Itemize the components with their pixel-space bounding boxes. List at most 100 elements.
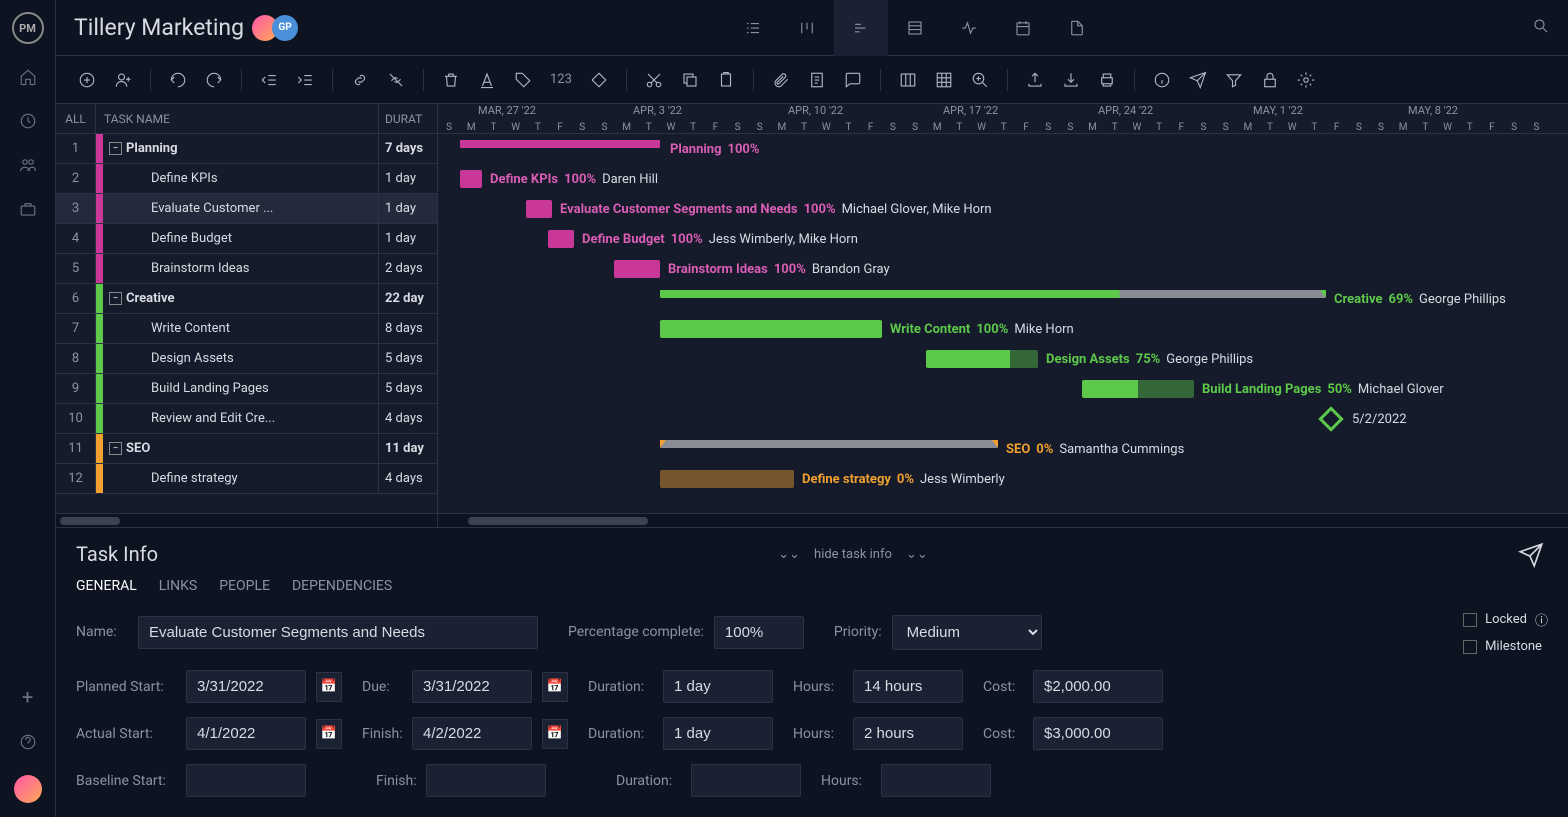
workload-view-icon[interactable]: [942, 0, 996, 56]
lock-icon[interactable]: [1257, 67, 1283, 93]
calendar-view-icon[interactable]: [996, 0, 1050, 56]
undo-icon[interactable]: [165, 67, 191, 93]
tab-people[interactable]: PEOPLE: [219, 578, 270, 594]
tag-icon[interactable]: [510, 67, 536, 93]
baseline-start-input[interactable]: [186, 764, 306, 797]
nav-rail: PM +: [0, 0, 56, 817]
baseline-finish-input[interactable]: [426, 764, 546, 797]
task-row[interactable]: 8 Design Assets 5 days: [56, 344, 437, 374]
copy-icon[interactable]: [677, 67, 703, 93]
indent-icon[interactable]: [292, 67, 318, 93]
due-input[interactable]: [412, 670, 532, 703]
task-row[interactable]: 2 Define KPIs 1 day: [56, 164, 437, 194]
priority-select[interactable]: Medium: [892, 615, 1042, 650]
send-icon[interactable]: [1185, 67, 1211, 93]
duration2-input[interactable]: [663, 717, 773, 750]
actual-start-input[interactable]: [186, 717, 306, 750]
info-icon[interactable]: [1149, 67, 1175, 93]
hide-task-info[interactable]: ⌄⌄hide task info⌄⌄: [778, 547, 928, 562]
col-duration[interactable]: DURAT: [379, 104, 437, 133]
hours2-input[interactable]: [853, 717, 963, 750]
briefcase-icon[interactable]: [17, 198, 39, 220]
hours-input[interactable]: [853, 670, 963, 703]
cost-input[interactable]: [1033, 670, 1163, 703]
help-icon[interactable]: [17, 731, 39, 753]
member-avatars[interactable]: GP: [258, 15, 298, 41]
gantt-scrollbar[interactable]: [438, 513, 1568, 527]
task-info-panel: Task Info ⌄⌄hide task info⌄⌄ GENERAL LIN…: [56, 527, 1568, 817]
unlink-icon[interactable]: [383, 67, 409, 93]
add-icon[interactable]: +: [22, 685, 33, 709]
task-row[interactable]: 11 −SEO 11 day: [56, 434, 437, 464]
tab-general[interactable]: GENERAL: [76, 578, 137, 594]
list-view-icon[interactable]: [726, 0, 780, 56]
grid-icon[interactable]: [931, 67, 957, 93]
sheet-view-icon[interactable]: [888, 0, 942, 56]
name-input[interactable]: [138, 616, 538, 649]
link-icon[interactable]: [347, 67, 373, 93]
milestone-icon[interactable]: [586, 67, 612, 93]
task-row[interactable]: 5 Brainstorm Ideas 2 days: [56, 254, 437, 284]
task-row[interactable]: 6 −Creative 22 day: [56, 284, 437, 314]
font-icon[interactable]: [474, 67, 500, 93]
file-view-icon[interactable]: [1050, 0, 1104, 56]
info-icon[interactable]: ⓘ: [1535, 610, 1548, 629]
cost2-input[interactable]: [1033, 717, 1163, 750]
paste-icon[interactable]: [713, 67, 739, 93]
tab-links[interactable]: LINKS: [159, 578, 197, 594]
assign-icon[interactable]: [110, 67, 136, 93]
project-title: Tillery Marketing: [74, 14, 244, 41]
calendar-icon[interactable]: 📅: [542, 719, 568, 749]
pct-input[interactable]: [714, 616, 804, 649]
redo-icon[interactable]: [201, 67, 227, 93]
comment-icon[interactable]: [840, 67, 866, 93]
clock-icon[interactable]: [17, 110, 39, 132]
outdent-icon[interactable]: [256, 67, 282, 93]
gantt-chart: MAR, 27 '22APR, 3 '22APR, 10 '22APR, 17 …: [438, 104, 1568, 527]
tab-dependencies[interactable]: DEPENDENCIES: [292, 578, 392, 594]
users-icon[interactable]: [17, 154, 39, 176]
user-avatar[interactable]: [14, 775, 42, 803]
col-all[interactable]: ALL: [56, 104, 96, 133]
task-row[interactable]: 12 Define strategy 4 days: [56, 464, 437, 494]
import-icon[interactable]: [1058, 67, 1084, 93]
task-row[interactable]: 4 Define Budget 1 day: [56, 224, 437, 254]
search-icon[interactable]: [1532, 17, 1550, 39]
baseline-duration-input[interactable]: [691, 764, 801, 797]
col-name[interactable]: TASK NAME: [96, 104, 379, 133]
delete-icon[interactable]: [438, 67, 464, 93]
duration-input[interactable]: [663, 670, 773, 703]
wbs-label[interactable]: 123: [546, 68, 576, 91]
settings-icon[interactable]: [1293, 67, 1319, 93]
calendar-icon[interactable]: 📅: [316, 672, 342, 702]
gantt-view-icon[interactable]: [834, 0, 888, 56]
task-row[interactable]: 10 Review and Edit Cre... 4 days: [56, 404, 437, 434]
board-view-icon[interactable]: [780, 0, 834, 56]
add-task-icon[interactable]: [74, 67, 100, 93]
cut-icon[interactable]: [641, 67, 667, 93]
send-plane-icon[interactable]: [1518, 542, 1544, 572]
notes-icon[interactable]: [804, 67, 830, 93]
attach-icon[interactable]: [768, 67, 794, 93]
print-icon[interactable]: [1094, 67, 1120, 93]
calendar-icon[interactable]: 📅: [316, 719, 342, 749]
task-row[interactable]: 9 Build Landing Pages 5 days: [56, 374, 437, 404]
columns-icon[interactable]: [895, 67, 921, 93]
filter-icon[interactable]: [1221, 67, 1247, 93]
task-row[interactable]: 7 Write Content 8 days: [56, 314, 437, 344]
zoom-icon[interactable]: [967, 67, 993, 93]
milestone-checkbox[interactable]: Milestone: [1463, 639, 1548, 654]
task-row[interactable]: 1 −Planning 7 days: [56, 134, 437, 164]
task-row[interactable]: 3 Evaluate Customer ... 1 day: [56, 194, 437, 224]
grid-scrollbar[interactable]: [56, 513, 437, 527]
locked-checkbox[interactable]: Locked ⓘ: [1463, 610, 1548, 629]
baseline-hours-input[interactable]: [881, 764, 991, 797]
home-icon[interactable]: [17, 66, 39, 88]
export-icon[interactable]: [1022, 67, 1048, 93]
header: Tillery Marketing GP: [56, 0, 1568, 56]
finish-input[interactable]: [412, 717, 532, 750]
toolbar: 123: [56, 56, 1568, 104]
calendar-icon[interactable]: 📅: [542, 672, 568, 702]
planned-start-input[interactable]: [186, 670, 306, 703]
app-logo[interactable]: PM: [12, 12, 44, 44]
